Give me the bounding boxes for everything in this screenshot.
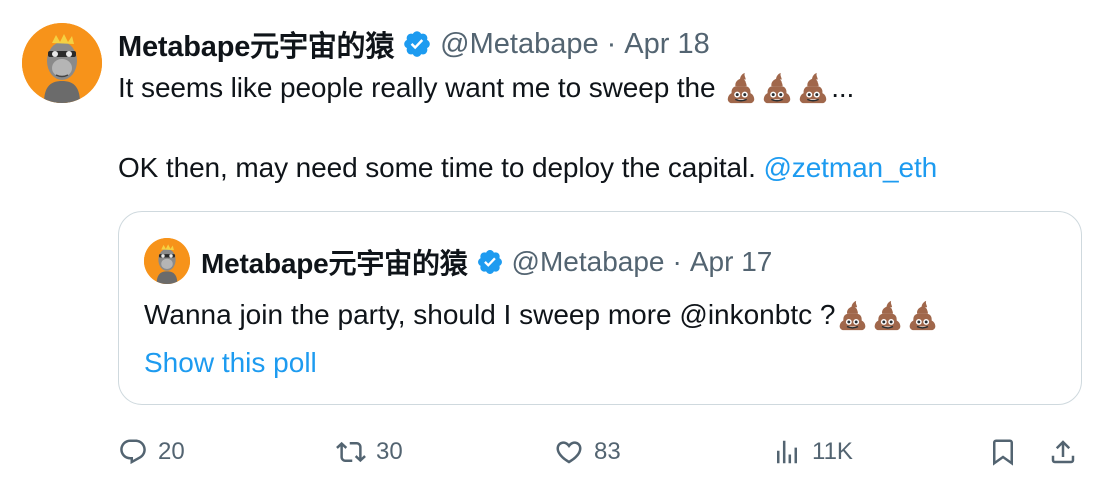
separator-dot: · (606, 27, 617, 60)
tweet-text-line-2: OK then, may need some time to deploy th… (118, 148, 937, 188)
poo-emoji-icon (875, 300, 901, 330)
views-count: 11K (812, 438, 853, 465)
show-poll-link[interactable]: Show this poll (144, 343, 317, 383)
quoted-text: Wanna join the party, should I sweep mor… (144, 295, 940, 335)
tweet-text: It seems like people really want me to s… (118, 72, 724, 103)
poo-emoji-icon (763, 72, 791, 104)
like-count: 83 (594, 438, 621, 465)
heart-icon (556, 441, 582, 464)
ellipsis: ... (831, 72, 855, 103)
tweet[interactable]: Metabape元宇宙的猿 @Metabape · Apr 18 It seem… (0, 0, 1102, 490)
reply-button[interactable]: 20 (118, 430, 185, 474)
bookmark-icon (993, 439, 1013, 466)
avatar[interactable] (22, 23, 102, 103)
quoted-handle: @Metabape (511, 246, 665, 277)
quoted-date: Apr 17 (689, 246, 773, 277)
retweet-button[interactable]: 30 (336, 430, 403, 474)
ape-avatar-icon (22, 23, 102, 103)
like-button[interactable]: 83 (554, 430, 621, 474)
separator-dot: · (672, 246, 682, 277)
quoted-tweet[interactable]: Metabape元宇宙的猿 @Metabape · Apr 17 Wanna j… (118, 211, 1082, 405)
verified-badge-icon[interactable] (402, 29, 432, 59)
action-bar: 20 30 83 11K (118, 430, 1082, 474)
poo-emoji-icon (727, 72, 755, 104)
tweet-date[interactable]: Apr 18 (624, 28, 709, 61)
author-handle[interactable]: @Metabape (440, 28, 598, 61)
share-button[interactable] (1048, 430, 1078, 474)
tweet-text-line-1: It seems like people really want me to s… (118, 68, 854, 108)
reply-icon (120, 439, 146, 465)
retweet-count: 30 (376, 438, 403, 465)
share-icon (1051, 440, 1075, 464)
views-button[interactable]: 11K (772, 430, 853, 474)
analytics-icon (777, 440, 797, 464)
poo-emoji-icon (840, 300, 866, 330)
poo-emoji-icon (799, 72, 827, 104)
bookmark-button[interactable] (988, 430, 1018, 474)
tweet-header: Metabape元宇宙的猿 @Metabape · Apr 18 (118, 24, 710, 64)
quoted-avatar[interactable] (144, 238, 190, 284)
verified-badge-icon (477, 250, 502, 274)
author-name[interactable]: Metabape元宇宙的猿 (118, 23, 394, 65)
ape-avatar-icon (144, 238, 190, 284)
poo-emoji-icon (910, 300, 936, 330)
mention-link[interactable]: @zetman_eth (763, 152, 937, 184)
quoted-header: Metabape元宇宙的猿 @Metabape · Apr 17 (201, 242, 772, 282)
quoted-author-name: Metabape元宇宙的猿 (201, 248, 468, 279)
reply-count: 20 (158, 438, 185, 465)
tweet-text: OK then, may need some time to deploy th… (118, 152, 764, 183)
retweet-icon (336, 441, 366, 463)
quoted-text-content: Wanna join the party, should I sweep mor… (144, 299, 836, 330)
